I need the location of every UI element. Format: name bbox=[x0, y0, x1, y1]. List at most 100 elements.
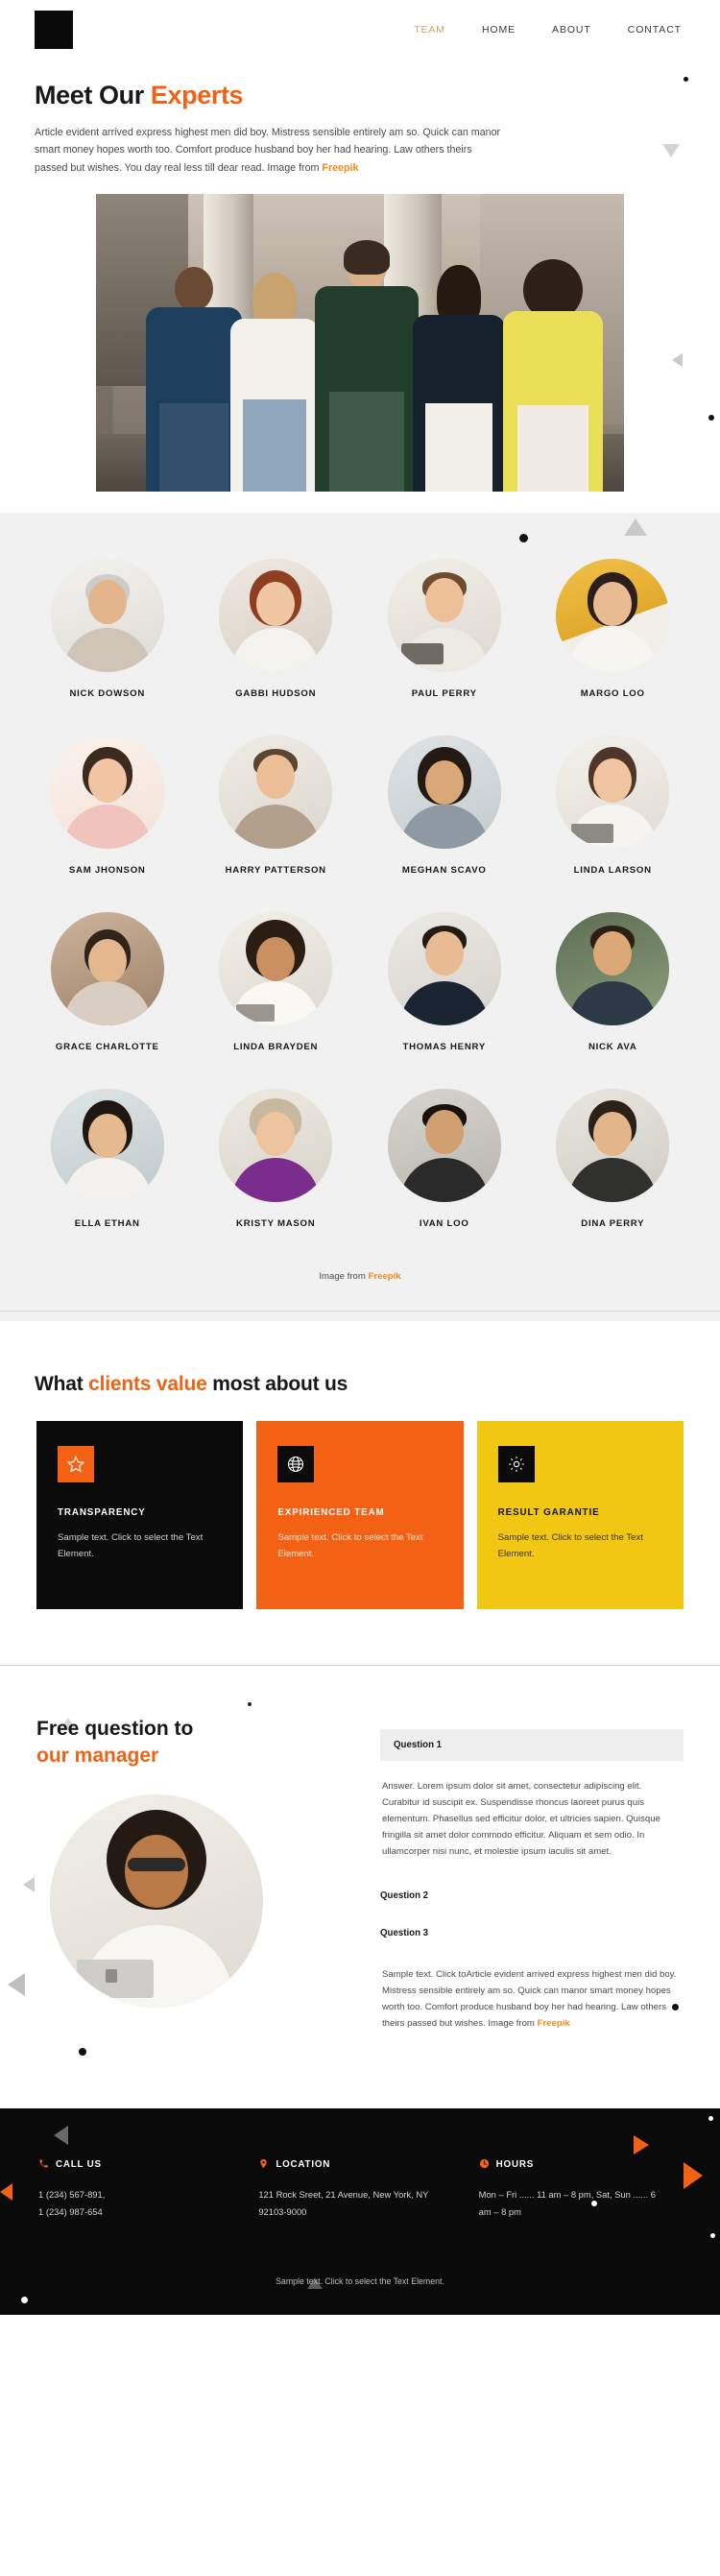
faq-heading-accent: our manager bbox=[36, 1745, 159, 1768]
avatar bbox=[50, 735, 164, 850]
page-title: Meet Our Experts bbox=[35, 81, 682, 110]
faq-question-3[interactable]: Question 3 bbox=[380, 1916, 684, 1949]
manager-photo bbox=[50, 1794, 263, 2009]
faq-section: Free question to our manager Question 1 A… bbox=[0, 1666, 720, 2108]
team-member-name: MARGO LOO bbox=[580, 688, 645, 700]
team-member[interactable]: IVAN LOO bbox=[360, 1089, 529, 1229]
footer-label-hours: HOURS bbox=[479, 2158, 682, 2172]
team-member[interactable]: HARRY PATTERSON bbox=[192, 735, 361, 876]
freepik-link-team[interactable]: Freepik bbox=[369, 1271, 401, 1282]
team-member[interactable]: GABBI HUDSON bbox=[192, 559, 361, 699]
hero-person-2-head bbox=[257, 278, 292, 320]
footer-label-call-us: CALL US bbox=[38, 2158, 241, 2172]
hero-person-2 bbox=[230, 269, 319, 493]
faq-question-1[interactable]: Question 1 bbox=[380, 1729, 684, 1762]
hero-person-3-legs bbox=[329, 392, 404, 493]
nav-item-contact[interactable]: CONTACT bbox=[628, 24, 682, 36]
avatar bbox=[50, 912, 164, 1026]
team-member-name: MEGHAN SCAVO bbox=[401, 865, 487, 877]
decor-dot-footer-4 bbox=[21, 2296, 28, 2303]
nav-item-team[interactable]: TEAM bbox=[414, 24, 445, 36]
values-heading-accent: clients value bbox=[88, 1373, 207, 1396]
team-member-name: ELLA ETHAN bbox=[74, 1218, 140, 1230]
decor-triangle-faq-2 bbox=[23, 1877, 35, 1893]
team-member[interactable]: MEGHAN SCAVO bbox=[360, 735, 529, 876]
freepik-link-intro[interactable]: Freepik bbox=[322, 162, 358, 174]
decor-triangle-footer-2 bbox=[0, 2182, 12, 2201]
values-heading: What clients value most about us bbox=[0, 1373, 720, 1396]
faq-answer-3-text: Sample text. Click toArticle evident arr… bbox=[382, 1968, 677, 2029]
avatar bbox=[556, 912, 670, 1026]
footer-bottom-text: Sample text. Click to select the Text El… bbox=[276, 2276, 444, 2287]
faq-heading: Free question to our manager bbox=[36, 1716, 353, 1769]
team-member[interactable]: LINDA BRAYDEN bbox=[192, 912, 361, 1052]
team-credit-prefix: Image from bbox=[319, 1271, 369, 1283]
faq-answer-1: Answer. Lorem ipsum dolor sit amet, cons… bbox=[382, 1781, 660, 1858]
freepik-link-faq[interactable]: Freepik bbox=[538, 2018, 570, 2029]
avatar bbox=[50, 1089, 164, 1203]
team-member[interactable]: ELLA ETHAN bbox=[23, 1089, 192, 1229]
hero-person-1 bbox=[146, 261, 242, 493]
avatar bbox=[387, 1089, 501, 1203]
team-grid: NICK DOWSON GABBI HUDSON PAUL PERRY MARG… bbox=[0, 559, 720, 1229]
site-footer: CALL US 1 (234) 567-891, 1 (234) 987-654… bbox=[0, 2107, 720, 2316]
team-member-name: PAUL PERRY bbox=[411, 688, 477, 700]
team-member[interactable]: GRACE CHARLOTTE bbox=[23, 912, 192, 1052]
decor-triangle-footer-1 bbox=[54, 2125, 68, 2145]
hero-image bbox=[96, 194, 624, 493]
avatar bbox=[556, 559, 670, 673]
team-member-name: GABBI HUDSON bbox=[235, 688, 317, 700]
globe-icon bbox=[277, 1446, 315, 1483]
value-card-transparency[interactable]: TRANSPARENCY Sample text. Click to selec… bbox=[36, 1421, 244, 1610]
avatar bbox=[50, 559, 164, 673]
nav-item-about[interactable]: ABOUT bbox=[552, 24, 591, 36]
gear-icon bbox=[497, 1446, 535, 1483]
avatar bbox=[219, 735, 333, 850]
team-member[interactable]: LINDA LARSON bbox=[529, 735, 698, 876]
team-member-name: NICK AVA bbox=[588, 1042, 637, 1053]
team-member[interactable]: SAM JHONSON bbox=[23, 735, 192, 876]
decor-triangle-faq-3 bbox=[8, 1973, 25, 1997]
team-member[interactable]: NICK DOWSON bbox=[23, 559, 192, 699]
hero-person-2-legs bbox=[242, 399, 307, 493]
team-member[interactable]: THOMAS HENRY bbox=[360, 912, 529, 1052]
faq-left-column: Free question to our manager bbox=[36, 1716, 353, 2051]
avatar bbox=[219, 912, 333, 1026]
map-pin-icon bbox=[258, 2158, 269, 2172]
hero-person-1-head bbox=[175, 267, 213, 312]
decor-triangle-footer-4 bbox=[684, 2161, 703, 2189]
faq-question-2[interactable]: Question 2 bbox=[380, 1879, 684, 1912]
footer-label-text: HOURS bbox=[495, 2159, 535, 2171]
hero-person-4-head bbox=[442, 271, 476, 314]
hero-person-5-legs bbox=[516, 405, 589, 493]
team-member[interactable]: MARGO LOO bbox=[529, 559, 698, 699]
team-member-name: NICK DOWSON bbox=[69, 688, 146, 700]
team-member[interactable]: NICK AVA bbox=[529, 912, 698, 1052]
values-section: What clients value most about us TRANSPA… bbox=[0, 1321, 720, 1667]
footer-label-text: CALL US bbox=[56, 2159, 102, 2171]
footer-columns: CALL US 1 (234) 567-891, 1 (234) 987-654… bbox=[38, 2158, 682, 2222]
avatar bbox=[387, 559, 501, 673]
intro-paragraph-text: Article evident arrived express highest … bbox=[35, 127, 501, 174]
decor-triangle-footer-3 bbox=[634, 2134, 649, 2155]
value-card-text: Sample text. Click to select the Text El… bbox=[277, 1532, 423, 1559]
nav-item-home[interactable]: HOME bbox=[482, 24, 516, 36]
page-title-plain: Meet Our bbox=[35, 81, 151, 109]
team-member-name: KRISTY MASON bbox=[236, 1218, 316, 1230]
avatar bbox=[387, 912, 501, 1026]
phone-icon bbox=[38, 2158, 49, 2172]
value-card-title: TRANSPARENCY bbox=[58, 1507, 146, 1519]
value-card-experienced-team[interactable]: EXPIRIENCED TEAM Sample text. Click to s… bbox=[256, 1421, 464, 1610]
team-member-name: DINA PERRY bbox=[581, 1218, 645, 1230]
hero-image-wrap bbox=[0, 177, 720, 493]
footer-text-location: 121 Rock Sreet, 21 Avenue, New York, NY … bbox=[258, 2188, 429, 2218]
hero-person-5-head bbox=[536, 273, 570, 314]
team-member[interactable]: DINA PERRY bbox=[529, 1089, 698, 1229]
avatar bbox=[219, 1089, 333, 1203]
team-member[interactable]: KRISTY MASON bbox=[192, 1089, 361, 1229]
team-member[interactable]: PAUL PERRY bbox=[360, 559, 529, 699]
value-card-result-garantie[interactable]: RESULT GARANTIE Sample text. Click to se… bbox=[476, 1421, 684, 1610]
value-card-text: Sample text. Click to select the Text El… bbox=[497, 1532, 643, 1559]
logo-mark[interactable] bbox=[35, 11, 73, 49]
page-title-accent: Experts bbox=[150, 81, 244, 109]
